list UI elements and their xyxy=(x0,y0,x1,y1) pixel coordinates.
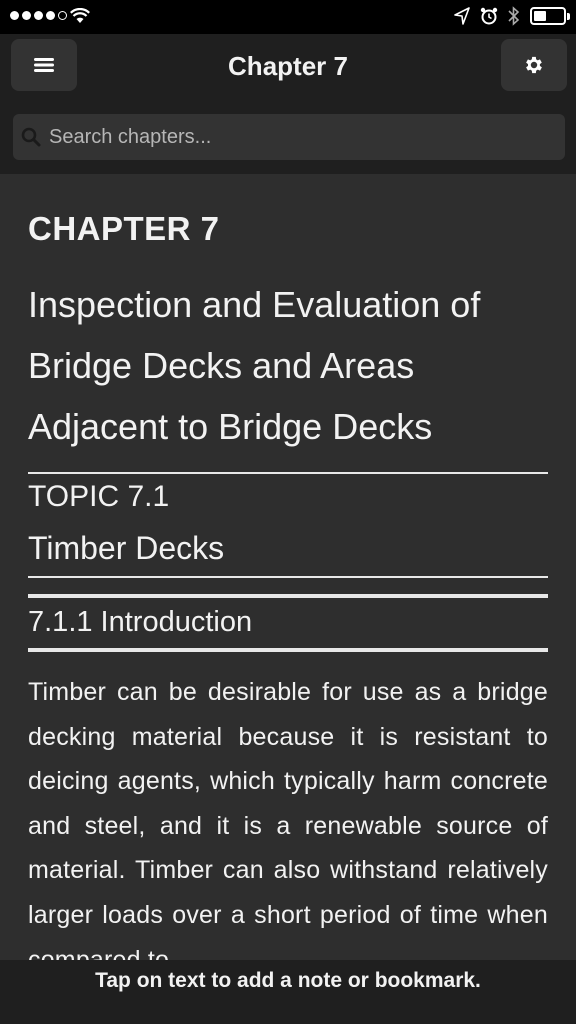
chapter-content[interactable]: CHAPTER 7 Inspection and Evaluation of B… xyxy=(0,174,576,960)
location-arrow-icon xyxy=(454,7,470,25)
battery-icon xyxy=(530,7,570,25)
search-input[interactable] xyxy=(49,125,529,149)
settings-button[interactable] xyxy=(501,39,567,91)
section-divider-bottom xyxy=(28,648,548,652)
alarm-clock-icon xyxy=(480,7,498,25)
search-icon xyxy=(21,127,41,147)
chapter-title[interactable]: Inspection and Evaluation of Bridge Deck… xyxy=(28,274,548,457)
section-divider-top xyxy=(28,594,548,598)
app-header: Chapter 7 xyxy=(0,34,576,174)
divider xyxy=(28,472,548,474)
status-bar xyxy=(0,0,576,34)
gear-icon xyxy=(526,56,542,74)
section-title[interactable]: 7.1.1 Introduction xyxy=(28,606,252,639)
divider xyxy=(28,576,548,578)
footer-bar: Tap on text to add a note or bookmark. xyxy=(0,960,576,1024)
topic-title[interactable]: Timber Decks xyxy=(28,530,224,567)
wifi-icon xyxy=(70,8,90,23)
footer-hint: Tap on text to add a note or bookmark. xyxy=(95,969,481,992)
body-paragraph[interactable]: Timber can be desirable for use as a bri… xyxy=(28,670,548,960)
signal-dots-icon xyxy=(10,11,67,20)
page-title: Chapter 7 xyxy=(228,51,348,81)
chapter-label[interactable]: CHAPTER 7 xyxy=(28,210,220,248)
search-bar[interactable] xyxy=(13,114,565,160)
topic-label[interactable]: TOPIC 7.1 xyxy=(28,480,169,514)
bluetooth-icon xyxy=(508,6,520,26)
